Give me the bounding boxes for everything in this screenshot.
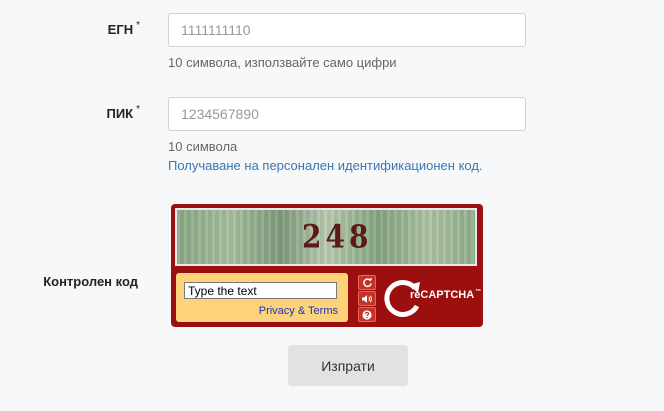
egn-hint: 10 символа, използвайте само цифри <box>168 55 397 70</box>
refresh-button[interactable] <box>358 275 376 290</box>
egn-label: ЕГН * <box>60 20 140 37</box>
captcha-input-panel: Privacy & Terms <box>176 273 348 322</box>
egn-input[interactable] <box>168 13 526 47</box>
captcha-response-input[interactable] <box>184 282 337 299</box>
audio-button[interactable] <box>358 291 376 306</box>
egn-required-mark: * <box>136 20 140 31</box>
recaptcha-wordmark: reCAPTCHA™ <box>410 289 481 301</box>
egn-label-text: ЕГН <box>107 22 134 37</box>
captcha-challenge-image: 248 <box>175 208 477 266</box>
captcha-label: Контролен код <box>43 274 138 289</box>
recaptcha-brand-text: reCAPTCHA <box>410 289 475 301</box>
recaptcha-widget: 248 Privacy & Terms reCAPTCHA™ <box>171 204 483 327</box>
audio-icon <box>362 294 372 303</box>
refresh-icon <box>362 277 372 288</box>
pik-hint: 10 символа <box>168 139 238 154</box>
privacy-terms-link[interactable]: Privacy & Terms <box>259 305 338 317</box>
help-button[interactable] <box>358 307 376 322</box>
pik-label-text: ПИК <box>106 106 134 121</box>
captcha-challenge-text: 248 <box>302 217 373 256</box>
pik-input[interactable] <box>168 97 526 131</box>
recaptcha-logo: reCAPTCHA™ <box>384 276 481 320</box>
get-pik-link[interactable]: Получаване на персонален идентификационе… <box>168 158 483 173</box>
pik-required-mark: * <box>136 104 140 115</box>
pik-label: ПИК * <box>60 104 140 121</box>
recaptcha-tm: ™ <box>475 289 482 295</box>
help-icon <box>362 309 372 320</box>
submit-button[interactable]: Изпрати <box>288 345 408 386</box>
